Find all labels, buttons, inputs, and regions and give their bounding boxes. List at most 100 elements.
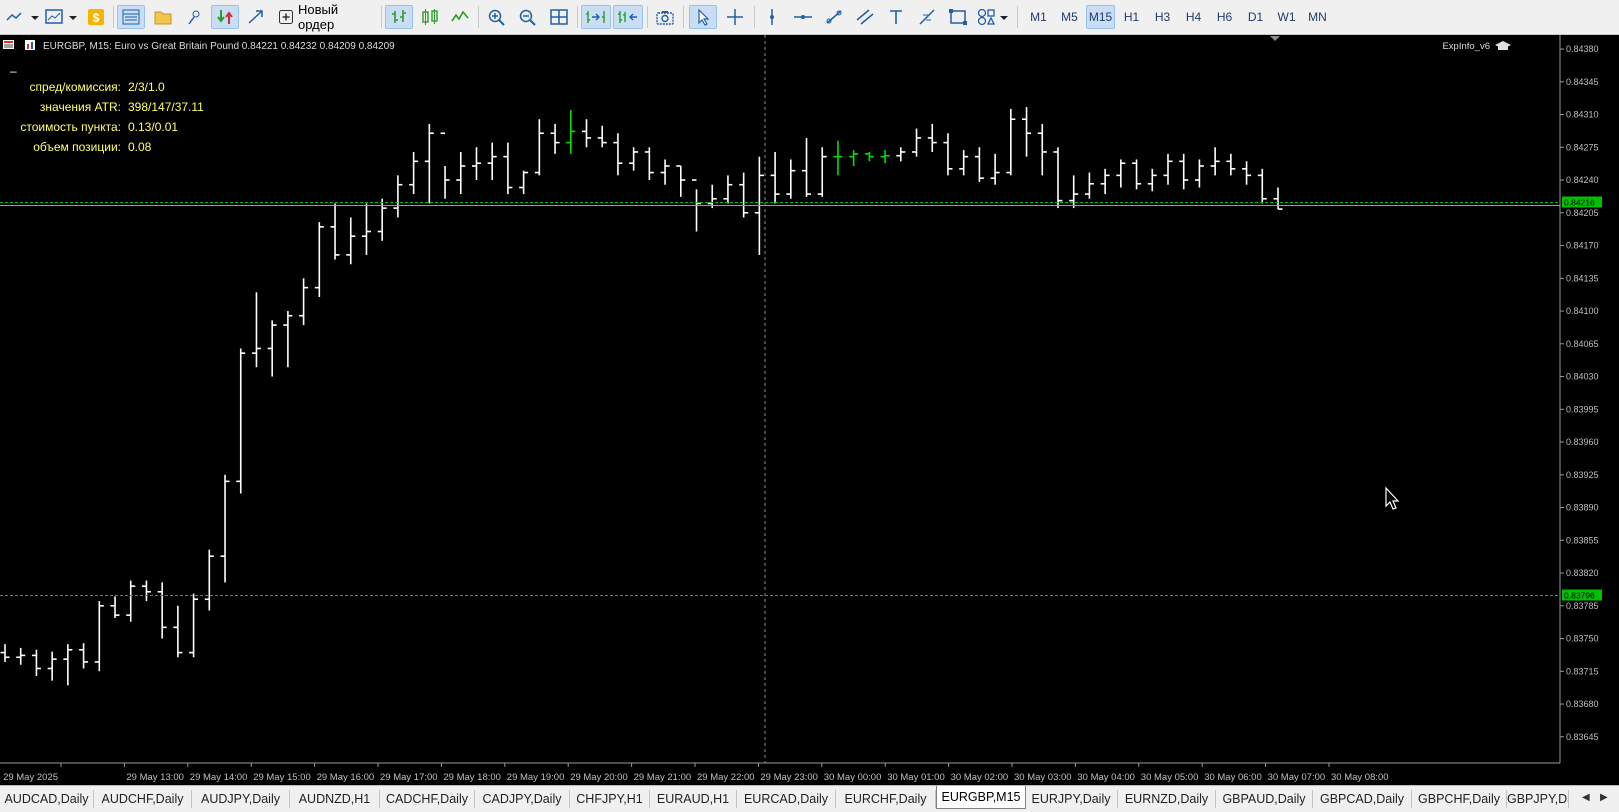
line-chart-button[interactable]	[447, 5, 473, 29]
time-tick-label: 30 May 00:00	[824, 772, 882, 783]
time-tick-label: 29 May 18:00	[443, 772, 501, 783]
tab-audnzd-h1[interactable]: AUDNZD,H1	[290, 790, 380, 808]
tab-eurgbp-m15[interactable]: EURGBP,M15	[936, 786, 1026, 809]
trade-arrows-button[interactable]	[243, 5, 269, 29]
timeframe-m5-button[interactable]: M5	[1055, 5, 1084, 29]
tab-audcad-daily[interactable]: AUDCAD,Daily	[0, 790, 94, 808]
channel-tool-button[interactable]	[852, 5, 878, 29]
candlestick-chart-button[interactable]	[417, 5, 443, 29]
new-order-button[interactable]: Новый ордер	[274, 2, 377, 32]
horizontal-line-tool-button[interactable]	[790, 5, 816, 29]
ohlc-bar	[943, 133, 953, 176]
navigator-button[interactable]	[150, 5, 176, 29]
ohlc-bar	[707, 184, 717, 209]
timeframe-h6-button[interactable]: H6	[1210, 5, 1239, 29]
auto-scroll-button[interactable]	[581, 5, 611, 29]
ohlc-bar	[739, 172, 749, 218]
timeframe-w1-button[interactable]: W1	[1272, 5, 1301, 29]
ohlc-bar	[47, 651, 57, 681]
tabs-scroll-right-icon[interactable]: ▶	[1600, 792, 1608, 803]
separator	[577, 6, 578, 28]
ohlc-bar	[189, 593, 199, 658]
ohlc-bar	[220, 474, 230, 583]
expert-hat-icon[interactable]	[1495, 41, 1511, 50]
timeframe-m15-button[interactable]: M15	[1086, 5, 1115, 29]
zoom-out-button[interactable]	[515, 5, 541, 29]
tab-euraud-h1[interactable]: EURAUD,H1	[650, 790, 737, 808]
ohlc-bar	[1226, 153, 1236, 176]
chart-menu-icon[interactable]	[3, 40, 14, 49]
ohlc-bar	[629, 147, 639, 171]
chart-shift-button[interactable]	[613, 5, 643, 29]
screenshot-button[interactable]	[652, 5, 678, 29]
tab-audjpy-daily[interactable]: AUDJPY,Daily	[192, 790, 290, 808]
vertical-line-tool-button[interactable]	[759, 5, 785, 29]
separator	[754, 6, 755, 28]
zoom-out-icon	[519, 9, 536, 26]
tab-audchf-daily[interactable]: AUDCHF,Daily	[94, 790, 192, 808]
ohlc-bar	[204, 549, 214, 611]
timeframe-m1-button[interactable]: M1	[1024, 5, 1053, 29]
text-tool-button[interactable]	[883, 5, 909, 29]
line-chart-dropdown-button[interactable]	[4, 5, 40, 29]
price-axis: 0.84380 0.84345 0.84310 0.84275 0.84240 0.842…	[1560, 44, 1599, 742]
ohlc-bar	[94, 601, 104, 672]
trading-signals-button[interactable]: $	[85, 5, 107, 29]
separator	[478, 6, 479, 28]
tab-chfjpy-h1[interactable]: CHFJPY,H1	[570, 790, 650, 808]
price-tick-label: 0.83960	[1566, 437, 1599, 447]
tab-cadjpy-daily[interactable]: CADJPY,Daily	[475, 790, 570, 808]
fibonacci-tool-button[interactable]	[914, 5, 940, 29]
tab-gbpcad-daily[interactable]: GBPCAD,Daily	[1313, 790, 1412, 808]
data-window-button[interactable]	[181, 5, 207, 29]
trend-line-tool-button[interactable]	[821, 5, 847, 29]
timeframe-h4-button[interactable]: H4	[1179, 5, 1208, 29]
chart-window[interactable]: 0.84216 0.83796 0.84380 0.84345 0.84310 0.84…	[0, 35, 1619, 785]
tab-eurjpy-daily[interactable]: EURJPY,Daily	[1025, 790, 1118, 808]
timeframe-h1-button[interactable]: H1	[1117, 5, 1146, 29]
objects-dropdown-button[interactable]	[975, 5, 1011, 29]
tile-windows-button[interactable]	[546, 5, 572, 29]
timeframe-h3-button[interactable]: H3	[1148, 5, 1177, 29]
ohlc-bar	[0, 644, 10, 662]
price-tick-label: 0.83750	[1566, 634, 1599, 644]
tab-eurcad-daily[interactable]: EURCAD,Daily	[737, 790, 836, 808]
crosshair-tool-button[interactable]	[722, 5, 748, 29]
ohlc-bar	[16, 647, 26, 665]
tab-eurnzd-daily[interactable]: EURNZD,Daily	[1118, 790, 1216, 808]
ohlc-bar	[251, 292, 261, 368]
one-click-trading-dash[interactable]: –	[10, 64, 17, 78]
timeframe-d1-button[interactable]: D1	[1241, 5, 1270, 29]
tab-gbpaud-daily[interactable]: GBPAUD,Daily	[1216, 790, 1313, 808]
bar-chart-button[interactable]	[385, 5, 413, 29]
templates-dropdown-button[interactable]	[42, 5, 78, 29]
zoom-in-icon	[488, 9, 505, 26]
market-watch-button[interactable]	[117, 5, 145, 29]
ohlc-bar	[597, 125, 607, 148]
shapes-tool-button[interactable]	[945, 5, 971, 29]
tab-gbpchf-daily[interactable]: GBPCHF,Daily	[1412, 790, 1507, 808]
channel-icon	[856, 9, 874, 25]
price-chart[interactable]: 0.842160.83796 0.843800.843450.843100.84…	[0, 35, 1619, 785]
ohlc-bar	[1147, 168, 1157, 192]
tab-gbpjpy-daily[interactable]: GBPJPY,Daily	[1507, 790, 1569, 808]
level-price-label: 0.83796	[1564, 591, 1595, 601]
tab-cadchf-daily[interactable]: CADCHF,Daily	[380, 790, 475, 808]
ohlc-bar	[833, 140, 843, 176]
timeframe-mn-button[interactable]: MN	[1303, 5, 1332, 29]
ohlc-bar	[990, 153, 1000, 185]
chart-title: EURGBP, M15: Euro vs Great Britain Pound…	[43, 41, 395, 52]
ohlc-bar	[79, 643, 89, 669]
price-tick-label: 0.84240	[1566, 175, 1599, 185]
tab-eurchf-daily[interactable]: EURCHF,Daily	[836, 790, 936, 808]
cursor-tool-button[interactable]	[689, 5, 717, 29]
ohlc-bar	[1116, 159, 1126, 188]
zoom-in-button[interactable]	[484, 5, 510, 29]
time-tick-label: 29 May 23:00	[760, 772, 818, 783]
ohlc-bar	[723, 175, 733, 204]
tabs-scroll-left-icon[interactable]: ◀	[1582, 792, 1590, 803]
ohlc-bar	[880, 150, 890, 164]
ohlc-bar	[1210, 147, 1220, 176]
algo-trading-button[interactable]	[211, 5, 239, 29]
time-tick-label: 30 May 08:00	[1331, 772, 1389, 783]
